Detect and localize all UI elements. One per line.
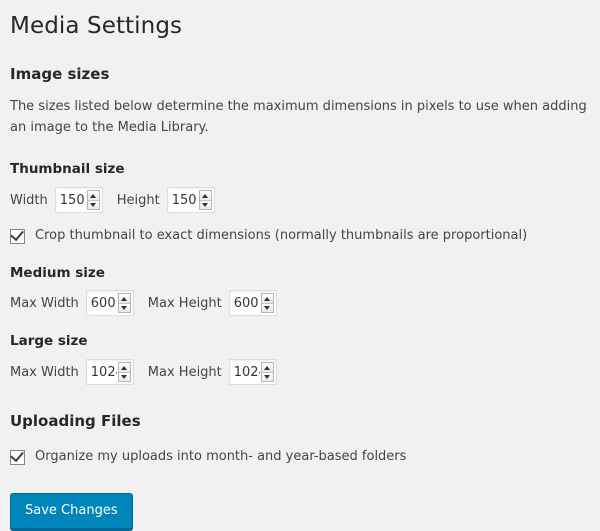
thumbnail-size-fields: Width Height [10,187,590,214]
spinner-up-icon[interactable] [118,294,130,304]
submit-area: Save Changes [10,492,590,531]
crop-thumbnail-label: Crop thumbnail to exact dimensions (norm… [35,228,528,244]
checkmark-icon [10,447,24,463]
spinner-up-icon[interactable] [87,191,99,201]
medium-height-spinner[interactable] [260,293,274,314]
thumbnail-size-group: Thumbnail size Width Height Crop t [10,160,590,245]
thumbnail-height-field[interactable] [166,187,215,214]
uploading-files-heading: Uploading Files [10,412,141,431]
organize-uploads-checkbox[interactable] [10,447,25,465]
medium-width-spinner[interactable] [117,293,131,314]
crop-thumbnail-row[interactable]: Crop thumbnail to exact dimensions (norm… [10,226,590,245]
media-settings-page: Media Settings Image sizes The sizes lis… [0,0,600,531]
large-size-group: Large size Max Width Max Height [10,332,590,386]
spinner-up-icon[interactable] [199,191,211,201]
spinner-up-icon[interactable] [261,294,273,304]
spinner-down-icon[interactable] [261,303,273,313]
large-width-field[interactable] [85,359,134,386]
large-size-fields: Max Width Max Height [10,359,590,386]
spinner-up-icon[interactable] [261,363,273,373]
spinner-down-icon[interactable] [118,303,130,313]
crop-thumbnail-checkbox[interactable] [10,226,25,244]
organize-uploads-row[interactable]: Organize my uploads into month- and year… [10,447,590,466]
spinner-up-icon[interactable] [118,363,130,373]
large-width-spinner[interactable] [117,362,131,383]
medium-size-heading: Medium size [10,264,105,281]
medium-size-group: Medium size Max Width Max Height [10,264,590,317]
large-height-spinner[interactable] [260,362,274,383]
medium-size-fields: Max Width Max Height [10,290,590,317]
thumbnail-width-label: Width [10,192,48,208]
save-changes-button[interactable]: Save Changes [10,492,133,531]
organize-uploads-label: Organize my uploads into month- and year… [35,449,407,465]
medium-height-label: Max Height [147,295,222,311]
thumbnail-height-spinner[interactable] [198,190,212,211]
thumbnail-size-heading: Thumbnail size [10,161,125,178]
large-height-field[interactable] [228,359,277,386]
page-title: Media Settings [10,13,183,39]
thumbnail-height-label: Height [116,192,160,208]
large-size-heading: Large size [10,333,88,350]
thumbnail-width-spinner[interactable] [86,190,100,211]
spinner-down-icon[interactable] [118,372,130,382]
spinner-down-icon[interactable] [261,372,273,382]
spinner-down-icon[interactable] [87,200,99,210]
spinner-down-icon[interactable] [199,200,211,210]
medium-width-label: Max Width [10,295,79,311]
large-height-label: Max Height [147,364,222,380]
medium-width-field[interactable] [85,290,134,317]
checkmark-icon [10,226,24,242]
image-sizes-heading: Image sizes [10,64,110,83]
large-width-label: Max Width [10,364,79,380]
thumbnail-width-field[interactable] [54,187,103,214]
image-sizes-description: The sizes listed below determine the max… [10,98,587,135]
medium-height-field[interactable] [228,290,277,317]
